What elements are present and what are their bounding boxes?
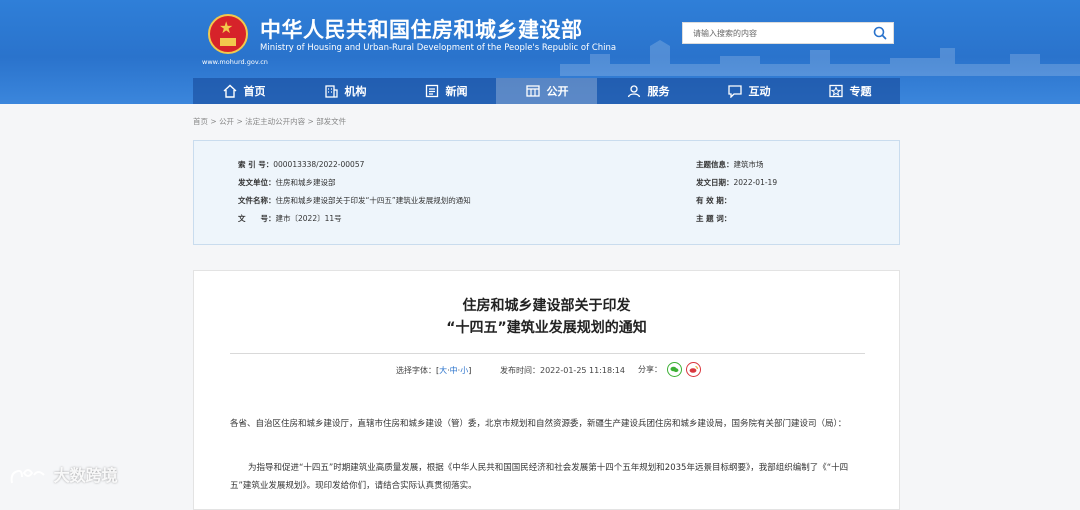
info-docno-value: 建市〔2022〕11号 bbox=[275, 214, 342, 223]
service-icon bbox=[627, 85, 640, 98]
breadcrumb-separator: > bbox=[307, 117, 317, 126]
wechat-icon bbox=[670, 366, 678, 373]
share-label: 分享： bbox=[638, 365, 662, 374]
title-divider bbox=[230, 353, 865, 354]
share-bar: 分享： bbox=[638, 362, 702, 377]
search-button[interactable] bbox=[871, 25, 889, 41]
breadcrumb-open[interactable]: 公开 bbox=[219, 117, 234, 126]
info-name: 文件名称：住房和城乡建设部关于印发“十四五”建筑业发展规划的通知 bbox=[238, 195, 471, 206]
info-index-label: 索 引 号： bbox=[238, 160, 274, 169]
document-paragraph-body: 为指导和促进“十四五”时期建筑业高质量发展，根据《中华人民共和国国民经济和社会发… bbox=[230, 463, 849, 491]
breadcrumb-statutory[interactable]: 法定主动公开内容 bbox=[245, 117, 305, 126]
info-name-label: 文件名称： bbox=[238, 196, 276, 205]
building-icon bbox=[324, 85, 338, 98]
font-bracket-close: ] bbox=[468, 366, 472, 375]
nav-item-news[interactable]: 新闻 bbox=[395, 78, 496, 104]
nav-item-label: 公开 bbox=[546, 85, 569, 98]
nav-item-open[interactable]: 公开 bbox=[496, 78, 597, 104]
info-valid-label: 有 效 期： bbox=[696, 196, 732, 205]
weibo-icon bbox=[689, 366, 698, 373]
breadcrumb-home[interactable]: 首页 bbox=[193, 117, 208, 126]
document-info-panel: 索 引 号：000013338/2022-00057 发文单位：住房和城乡建设部… bbox=[193, 140, 900, 245]
site-header: ★ 中华人民共和国住房和城乡建设部 Ministry of Housing an… bbox=[0, 0, 1080, 104]
nav-item-topic[interactable]: 专题 bbox=[799, 78, 900, 104]
news-icon bbox=[425, 84, 438, 98]
national-emblem-logo[interactable]: ★ bbox=[208, 14, 248, 54]
nav-item-label: 专题 bbox=[849, 85, 872, 98]
nav-item-label: 首页 bbox=[243, 85, 266, 98]
nav-item-service[interactable]: 服务 bbox=[597, 78, 698, 104]
site-title: 中华人民共和国住房和城乡建设部 bbox=[260, 18, 583, 42]
breadcrumb-separator: > bbox=[236, 117, 246, 126]
home-icon bbox=[223, 84, 236, 98]
gate-shape bbox=[220, 38, 236, 46]
info-issuer: 发文单位：住房和城乡建设部 bbox=[238, 177, 336, 188]
nav-item-label: 服务 bbox=[647, 85, 670, 98]
info-date-label: 发文日期： bbox=[696, 178, 734, 187]
breadcrumb-documents[interactable]: 部发文件 bbox=[316, 117, 346, 126]
document-paragraph-salutation: 各省、自治区住房和城乡建设厅，直辖市住房和城乡建设（管）委，北京市规划和自然资源… bbox=[230, 419, 847, 429]
info-docno-label: 文 号： bbox=[238, 214, 276, 223]
font-size-label: 选择字体： bbox=[396, 366, 436, 375]
nav-item-label: 新闻 bbox=[445, 85, 468, 98]
info-keywords: 主 题 词： bbox=[696, 213, 731, 224]
publish-time-label: 发布时间： bbox=[500, 366, 540, 375]
nav-item-label: 机构 bbox=[344, 85, 367, 98]
info-topic-value: 建筑市场 bbox=[733, 160, 764, 169]
site-domain: www.mohurd.gov.cn bbox=[202, 58, 268, 66]
open-icon bbox=[525, 85, 540, 97]
nav-item-organization[interactable]: 机构 bbox=[294, 78, 395, 104]
info-keywords-label: 主 题 词： bbox=[696, 214, 732, 223]
publish-time: 发布时间：2022-01-25 11:18:14 bbox=[500, 365, 625, 376]
search-box bbox=[682, 22, 894, 44]
watermark-logo-icon bbox=[10, 468, 45, 483]
info-topic-label: 主题信息： bbox=[696, 160, 734, 169]
info-date: 发文日期：2022-01-19 bbox=[696, 177, 777, 188]
info-issuer-label: 发文单位： bbox=[238, 178, 276, 187]
document-title-line2: “十四五”建筑业发展规划的通知 bbox=[446, 320, 647, 336]
main-nav: 首页 机构 新闻 公开 服务 互动 专题 bbox=[193, 78, 900, 104]
info-name-value: 住房和城乡建设部关于印发“十四五”建筑业发展规划的通知 bbox=[275, 196, 471, 205]
nav-item-label: 互动 bbox=[748, 85, 771, 98]
font-size-large[interactable]: 大 bbox=[439, 366, 447, 375]
info-topic: 主题信息：建筑市场 bbox=[696, 159, 764, 170]
font-size-medium[interactable]: 中 bbox=[450, 366, 458, 375]
document-content: 住房和城乡建设部关于印发 “十四五”建筑业发展规划的通知 选择字体：[大·中·小… bbox=[193, 270, 900, 510]
info-index: 索 引 号：000013338/2022-00057 bbox=[238, 159, 364, 170]
search-input[interactable] bbox=[683, 23, 863, 43]
publish-time-value: 2022-01-25 11:18:14 bbox=[540, 366, 625, 375]
info-issuer-value: 住房和城乡建设部 bbox=[275, 178, 336, 187]
search-icon bbox=[873, 26, 887, 40]
breadcrumb: 首页 > 公开 > 法定主动公开内容 > 部发文件 bbox=[193, 116, 346, 127]
weibo-share-button[interactable] bbox=[686, 362, 702, 377]
skyline-decoration bbox=[560, 40, 1080, 76]
breadcrumb-separator: > bbox=[210, 117, 220, 126]
chat-icon bbox=[727, 85, 742, 98]
document-title-line1: 住房和城乡建设部关于印发 bbox=[462, 298, 631, 314]
nav-item-home[interactable]: 首页 bbox=[193, 78, 294, 104]
info-index-value: 000013338/2022-00057 bbox=[273, 160, 365, 169]
info-valid: 有 效 期： bbox=[696, 195, 731, 206]
wechat-share-button[interactable] bbox=[666, 362, 682, 377]
watermark-text: 大数跨境 bbox=[53, 466, 118, 485]
star-icon: ★ bbox=[219, 18, 234, 37]
watermark: 大数跨境 bbox=[8, 462, 118, 489]
info-docno: 文 号：建市〔2022〕11号 bbox=[238, 213, 342, 224]
font-size-selector: 选择字体：[大·中·小] bbox=[396, 365, 471, 376]
site-subtitle: Ministry of Housing and Urban-Rural Deve… bbox=[260, 43, 617, 53]
info-date-value: 2022-01-19 bbox=[733, 178, 778, 187]
nav-item-interaction[interactable]: 互动 bbox=[698, 78, 799, 104]
topic-icon bbox=[828, 84, 843, 98]
